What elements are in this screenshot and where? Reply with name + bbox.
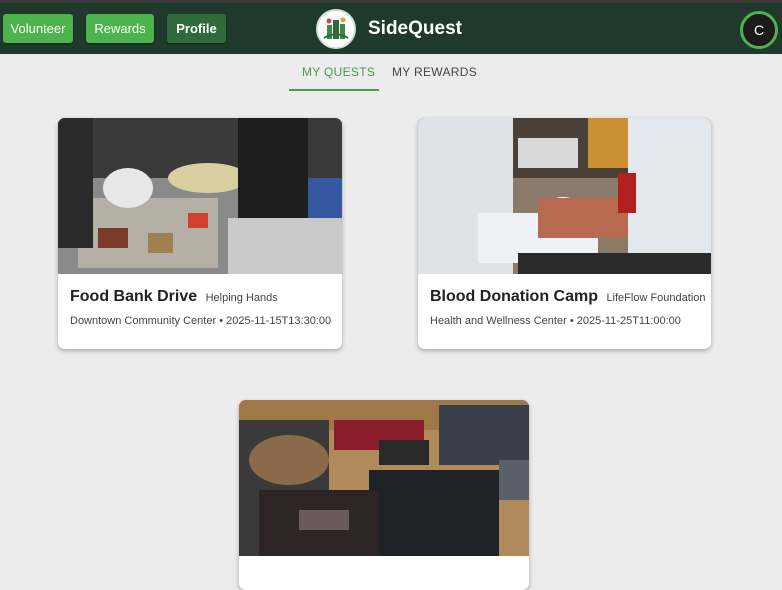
quest-title: Blood Donation Camp	[430, 288, 598, 305]
tab-my-rewards[interactable]: MY REWARDS	[392, 65, 477, 79]
quest-organization: Helping Hands	[205, 292, 278, 304]
quest-card-blood-donation[interactable]: Blood Donation Camp LifeFlow Foundation …	[418, 118, 711, 349]
quest-card-body: Blood Donation Camp LifeFlow Foundation …	[430, 288, 706, 327]
quest-card-food-bank[interactable]: Food Bank Drive Helping Hands Downtown C…	[58, 118, 342, 349]
rewards-button[interactable]: Rewards	[86, 14, 154, 43]
brand-name: SideQuest	[368, 18, 462, 39]
profile-button[interactable]: Profile	[167, 14, 226, 43]
app-header: Volunteer Rewards Profile SideQuest C	[0, 0, 782, 54]
quest-location: Downtown Community Center	[70, 315, 217, 327]
sidequest-logo	[316, 9, 356, 49]
quest-card-body: Food Bank Drive Helping Hands Downtown C…	[70, 288, 334, 327]
volunteer-button[interactable]: Volunteer	[3, 14, 73, 43]
user-avatar[interactable]: C	[740, 11, 778, 49]
meta-separator: •	[219, 315, 224, 327]
food-bank-volunteers-photo	[58, 118, 342, 274]
quest-organization: LifeFlow Foundation	[606, 292, 706, 304]
active-tab-indicator	[289, 89, 379, 91]
quest-card-clothing[interactable]	[239, 400, 529, 590]
tab-my-quests[interactable]: MY QUESTS	[302, 65, 375, 79]
quest-tabs: MY QUESTS MY REWARDS	[0, 54, 782, 94]
blood-donation-photo	[418, 118, 711, 274]
meta-separator: •	[569, 315, 574, 327]
quest-location: Health and Wellness Center	[430, 315, 567, 327]
quest-datetime: 2025-11-15T13:30:00	[226, 315, 332, 327]
clothing-donation-photo	[239, 400, 529, 556]
quest-datetime: 2025-11-25T11:00:00	[576, 315, 681, 327]
quest-title: Food Bank Drive	[70, 288, 198, 305]
